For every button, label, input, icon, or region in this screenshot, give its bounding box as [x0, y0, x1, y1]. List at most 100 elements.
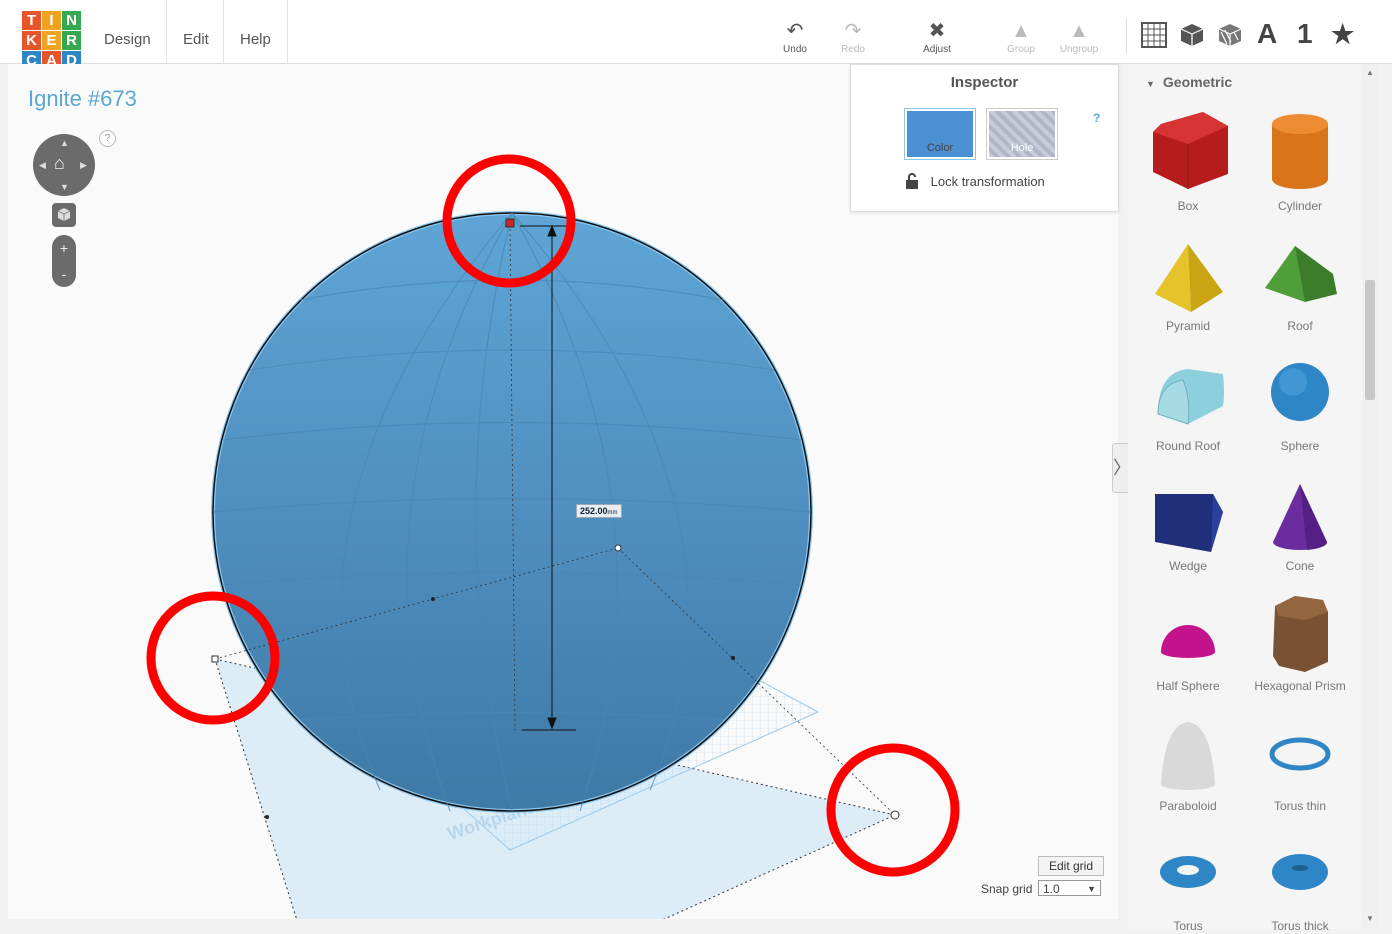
shape-label: Pyramid — [1165, 319, 1210, 333]
lock-transformation[interactable]: Lock transformation — [905, 173, 1045, 189]
shape-round-roof[interactable]: Round Roof — [1133, 344, 1243, 454]
color-swatch[interactable]: Color — [905, 109, 975, 159]
shape-torus[interactable]: Torus — [1133, 824, 1243, 934]
round-roof-shape-icon — [1157, 369, 1224, 425]
side-handle[interactable] — [731, 656, 735, 660]
corner-handle[interactable] — [890, 810, 900, 820]
lock-label: Lock transformation — [930, 174, 1045, 189]
text-shape-icon[interactable]: A — [1257, 17, 1277, 51]
shape-hexagonal-prism[interactable]: Hexagonal Prism — [1245, 584, 1355, 694]
torus-thin-shape-icon — [1269, 737, 1331, 771]
hole-swatch[interactable]: Hole — [987, 109, 1057, 159]
corner-handle[interactable] — [211, 655, 219, 663]
height-handle[interactable] — [505, 218, 515, 228]
scroll-down-icon[interactable]: ▼ — [1366, 914, 1374, 923]
shape-cylinder[interactable]: Cylinder — [1245, 104, 1355, 214]
cone-shape-icon — [1273, 484, 1328, 550]
torus-shape-icon — [1160, 856, 1216, 888]
color-label: Color — [926, 142, 954, 154]
snap-grid-label: Snap grid — [981, 882, 1033, 896]
snap-grid-select[interactable]: 1.0 ▼ — [1038, 880, 1101, 896]
shape-sphere[interactable]: Sphere — [1245, 344, 1355, 454]
menu-design[interactable]: Design — [88, 0, 167, 63]
rotate-handle[interactable] — [614, 544, 622, 552]
orbit-down-icon[interactable]: ▼ — [60, 182, 69, 192]
inspector-help-icon[interactable]: ? — [1093, 111, 1100, 125]
hatched-box-view-icon[interactable] — [1217, 22, 1243, 48]
box-view-icon[interactable] — [1179, 22, 1205, 48]
side-handle[interactable] — [431, 597, 435, 601]
menu-help[interactable]: Help — [223, 0, 288, 63]
design-title[interactable]: Ignite #673 — [28, 86, 137, 112]
pyramid-shape-icon — [1155, 244, 1223, 312]
lock-icon — [906, 173, 918, 189]
shape-cone[interactable]: Cone — [1245, 464, 1355, 574]
home-icon[interactable]: ⌂ — [54, 153, 65, 174]
shape-label: Cone — [1285, 559, 1315, 573]
menu-edit[interactable]: Edit — [166, 0, 225, 63]
shape-label: Half Sphere — [1156, 679, 1220, 693]
view-cube-button[interactable] — [52, 203, 76, 227]
star-icon[interactable]: ★ — [1331, 17, 1354, 51]
zoom-control: + - — [52, 235, 76, 287]
shape-roof[interactable]: Roof — [1245, 224, 1355, 334]
undo-icon: ↶ — [786, 20, 804, 42]
tinkercad-logo[interactable]: T I N K E R C A D — [22, 11, 81, 70]
logo-letter: K — [22, 31, 41, 50]
shape-paraboloid[interactable]: Paraboloid — [1133, 704, 1243, 814]
sidebar-scrollbar[interactable]: ▲ ▼ — [1362, 64, 1378, 929]
shape-pyramid[interactable]: Pyramid — [1133, 224, 1243, 334]
dimension-label[interactable]: 252.00mm — [576, 504, 622, 518]
orbit-up-icon[interactable]: ▲ — [60, 138, 69, 148]
scroll-up-icon[interactable]: ▲ — [1366, 68, 1374, 77]
shape-torus-thin[interactable]: Torus thin — [1245, 704, 1355, 814]
shape-label: Torus — [1173, 919, 1203, 933]
hole-label: Hole — [1010, 142, 1034, 154]
side-handle[interactable] — [265, 815, 269, 819]
redo-button[interactable]: ↷ Redo — [823, 18, 883, 55]
adjust-button[interactable]: ✖ Adjust — [907, 18, 967, 55]
shape-label: Sphere — [1280, 439, 1320, 453]
shape-torus-thick[interactable]: Torus thick — [1245, 824, 1355, 934]
orbit-control[interactable]: ▲ ▼ ◀ ▶ ⌂ — [33, 134, 95, 196]
grid-view-icon[interactable] — [1141, 22, 1167, 48]
sphere-object[interactable] — [211, 211, 813, 813]
logo-letter: T — [22, 11, 41, 30]
shape-wedge[interactable]: Wedge — [1133, 464, 1243, 574]
paraboloid-shape-icon — [1161, 722, 1215, 790]
shape-label: Box — [1177, 199, 1199, 213]
undo-button[interactable]: ↶ Undo — [765, 18, 825, 55]
shape-label: Torus thick — [1271, 919, 1329, 933]
shape-label: Hexagonal Prism — [1254, 679, 1346, 693]
zoom-out-button[interactable]: - — [52, 261, 76, 287]
number-shape-icon[interactable]: 1 — [1297, 17, 1313, 51]
group-button[interactable]: ▲ Group — [991, 18, 1051, 55]
collapse-icon: ▼ — [1146, 79, 1155, 89]
zoom-in-button[interactable]: + — [52, 235, 76, 261]
cylinder-shape-icon — [1272, 114, 1328, 189]
wedge-shape-icon — [1155, 494, 1223, 552]
toolbar-divider — [1126, 18, 1127, 54]
shape-label: Torus thin — [1273, 799, 1327, 813]
ungroup-button[interactable]: ▲ Ungroup — [1049, 18, 1109, 55]
shape-label: Round Roof — [1155, 439, 1221, 453]
orbit-right-icon[interactable]: ▶ — [80, 160, 87, 171]
geometric-heading-label: Geometric — [1162, 74, 1233, 90]
adjust-label: Adjust — [923, 44, 951, 55]
logo-letter: E — [42, 31, 61, 50]
scroll-thumb[interactable] — [1365, 280, 1375, 400]
shape-box[interactable]: Box — [1133, 104, 1243, 214]
roof-shape-icon — [1265, 246, 1337, 302]
half-sphere-shape-icon — [1161, 625, 1215, 658]
torus-thick-shape-icon — [1272, 854, 1328, 890]
undo-label: Undo — [783, 44, 807, 55]
orbit-left-icon[interactable]: ◀ — [39, 160, 46, 171]
inspector-title: Inspector — [950, 74, 1019, 91]
hexagonal-prism-shape-icon — [1273, 596, 1328, 672]
nav-help-icon[interactable]: ? — [99, 130, 116, 147]
group-label: Group — [1007, 44, 1035, 55]
shape-half-sphere[interactable]: Half Sphere — [1133, 584, 1243, 694]
edit-grid-button[interactable]: Edit grid — [1038, 856, 1104, 876]
geometric-heading[interactable]: ▼ Geometric — [1146, 74, 1232, 90]
shape-label: Roof — [1287, 319, 1313, 333]
